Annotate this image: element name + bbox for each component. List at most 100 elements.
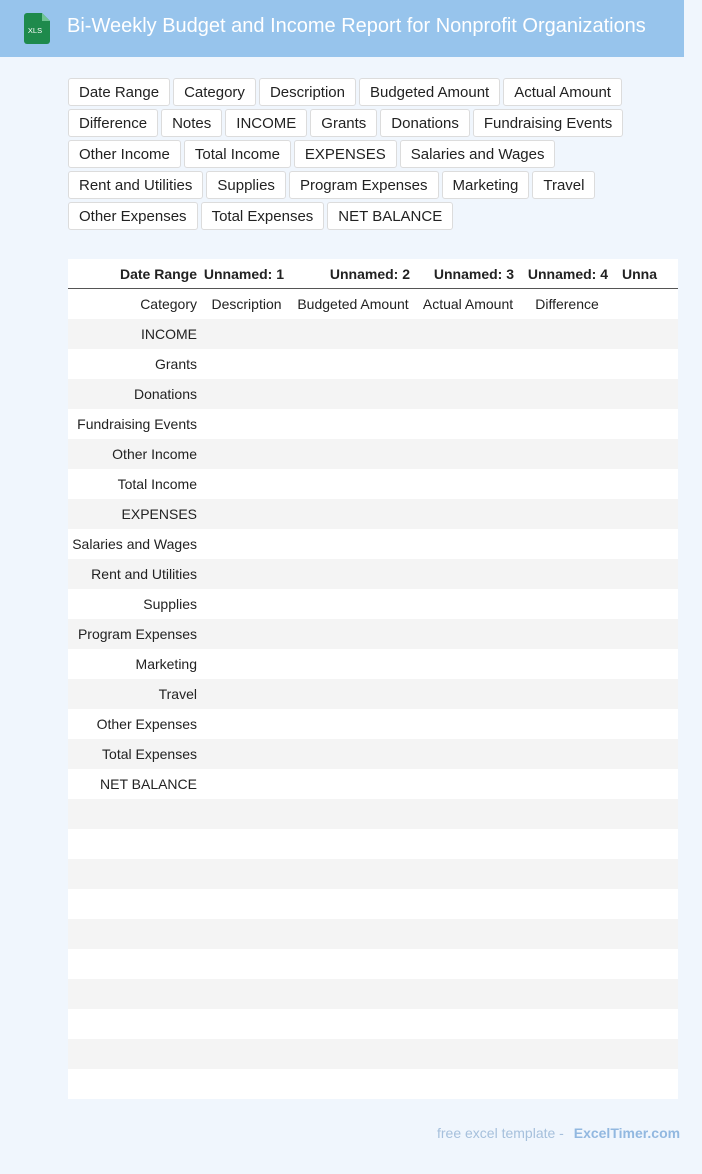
table-row[interactable]: 0CategoryDescriptionBudgeted AmountActua… xyxy=(68,288,678,319)
category-cell: Salaries and Wages xyxy=(68,529,203,559)
column-tag[interactable]: Program Expenses xyxy=(288,171,439,199)
table-cell xyxy=(520,319,614,349)
table-cell xyxy=(416,379,520,409)
table-row[interactable]: 0Supplies xyxy=(68,589,678,619)
table-row[interactable]: 0 xyxy=(68,889,678,919)
category-cell xyxy=(68,949,203,979)
column-tag[interactable]: Date Range xyxy=(68,78,171,106)
column-header[interactable]: Unna xyxy=(614,259,678,289)
column-tag[interactable]: Difference xyxy=(68,109,159,137)
table-cell xyxy=(520,1039,614,1069)
table-cell xyxy=(520,769,614,799)
category-cell: Grants xyxy=(68,349,203,379)
column-tag[interactable]: Budgeted Amount xyxy=(358,78,501,106)
table-row[interactable]: 3Travel xyxy=(68,679,678,709)
table-row[interactable]: 2Grants xyxy=(68,349,678,379)
category-cell: Rent and Utilities xyxy=(68,559,203,589)
table-cell xyxy=(290,379,416,409)
table-cell xyxy=(290,1069,416,1099)
table-row[interactable]: 3 xyxy=(68,979,678,1009)
table-cell xyxy=(290,559,416,589)
table-cell xyxy=(614,709,678,739)
column-tag[interactable]: Actual Amount xyxy=(503,78,622,106)
xls-icon-label: XLS xyxy=(28,26,42,35)
column-tag[interactable]: Salaries and Wages xyxy=(399,140,556,168)
column-header[interactable]: Unnamed: 3 xyxy=(416,259,520,289)
column-tag[interactable]: Description xyxy=(258,78,356,106)
table-cell xyxy=(203,1039,290,1069)
table-row[interactable]: 7 xyxy=(68,799,678,829)
table-cell xyxy=(416,589,520,619)
table-cell xyxy=(520,409,614,439)
table-cell xyxy=(614,649,678,679)
category-cell xyxy=(68,889,203,919)
column-header[interactable]: Date Range xyxy=(68,259,203,289)
table-cell xyxy=(520,469,614,499)
table-row[interactable]: 9 xyxy=(68,859,678,889)
column-tag[interactable]: Other Income xyxy=(68,140,181,168)
table-cell xyxy=(614,589,678,619)
table-cell xyxy=(203,559,290,589)
column-tag[interactable]: Total Expenses xyxy=(200,202,325,230)
table-cell xyxy=(520,979,614,1009)
table-cell xyxy=(614,319,678,349)
column-tag[interactable]: Category xyxy=(173,78,256,106)
table-cell xyxy=(290,859,416,889)
xls-file-icon: XLS xyxy=(24,13,50,44)
table-cell xyxy=(520,859,614,889)
table-cell xyxy=(416,319,520,349)
column-tag[interactable]: Notes xyxy=(161,109,223,137)
table-row[interactable]: 2Marketing xyxy=(68,649,678,679)
column-tag[interactable]: EXPENSES xyxy=(293,140,397,168)
table-cell xyxy=(290,889,416,919)
category-cell: Other Expenses xyxy=(68,709,203,739)
table-row[interactable]: 8Salaries and Wages xyxy=(68,529,678,559)
column-tag[interactable]: NET BALANCE xyxy=(327,202,454,230)
table-row[interactable]: 4Fundraising Events xyxy=(68,409,678,439)
column-tag[interactable]: Travel xyxy=(532,171,596,199)
column-tag[interactable]: Rent and Utilities xyxy=(68,171,204,199)
table-cell xyxy=(520,559,614,589)
column-tag[interactable]: Other Expenses xyxy=(68,202,198,230)
table-cell xyxy=(203,439,290,469)
table-row[interactable]: 4 xyxy=(68,1009,678,1039)
table-row[interactable]: 1Program Expenses xyxy=(68,619,678,649)
column-header[interactable]: Unnamed: 2 xyxy=(290,259,416,289)
table-row[interactable]: 6Total Income xyxy=(68,469,678,499)
table-row[interactable]: 1INCOME xyxy=(68,319,678,349)
category-cell: Program Expenses xyxy=(68,619,203,649)
category-cell: Fundraising Events xyxy=(68,409,203,439)
column-tag[interactable]: Supplies xyxy=(206,171,286,199)
table-cell xyxy=(520,649,614,679)
column-tag[interactable]: Grants xyxy=(310,109,378,137)
category-cell xyxy=(68,799,203,829)
table-row[interactable]: 3Donations xyxy=(68,379,678,409)
category-cell: Category xyxy=(68,288,203,319)
table-cell xyxy=(290,709,416,739)
column-tag[interactable]: Fundraising Events xyxy=(472,109,624,137)
column-tag[interactable]: Total Income xyxy=(183,140,291,168)
table-row[interactable]: 9Rent and Utilities xyxy=(68,559,678,589)
table-cell xyxy=(614,769,678,799)
table-row[interactable]: 8 xyxy=(68,829,678,859)
table-row[interactable]: 4Other Expenses xyxy=(68,709,678,739)
column-tag[interactable]: Marketing xyxy=(441,171,530,199)
table-row[interactable]: 2 xyxy=(68,949,678,979)
column-tag[interactable]: Donations xyxy=(380,109,470,137)
table-cell xyxy=(416,349,520,379)
table-row[interactable]: 6 xyxy=(68,1069,678,1099)
table-row[interactable]: 5Other Income xyxy=(68,439,678,469)
footer-brand-link[interactable]: ExcelTimer.com xyxy=(574,1125,680,1141)
data-table-container[interactable]: Date Range Unnamed: 1 Unnamed: 2 Unnamed: 3… xyxy=(68,259,678,1099)
column-header[interactable]: Unnamed: 1 xyxy=(203,259,290,289)
column-header[interactable]: Unnamed: 4 xyxy=(520,259,614,289)
table-row[interactable]: 6NET BALANCE xyxy=(68,769,678,799)
table-row[interactable]: 5Total Expenses xyxy=(68,739,678,769)
table-cell xyxy=(290,949,416,979)
column-tag[interactable]: INCOME xyxy=(225,109,308,137)
table-row[interactable]: 7EXPENSES xyxy=(68,499,678,529)
table-row[interactable]: 5 xyxy=(68,1039,678,1069)
table-row[interactable]: 1 xyxy=(68,919,678,949)
table-cell xyxy=(416,799,520,829)
table-cell xyxy=(416,889,520,919)
